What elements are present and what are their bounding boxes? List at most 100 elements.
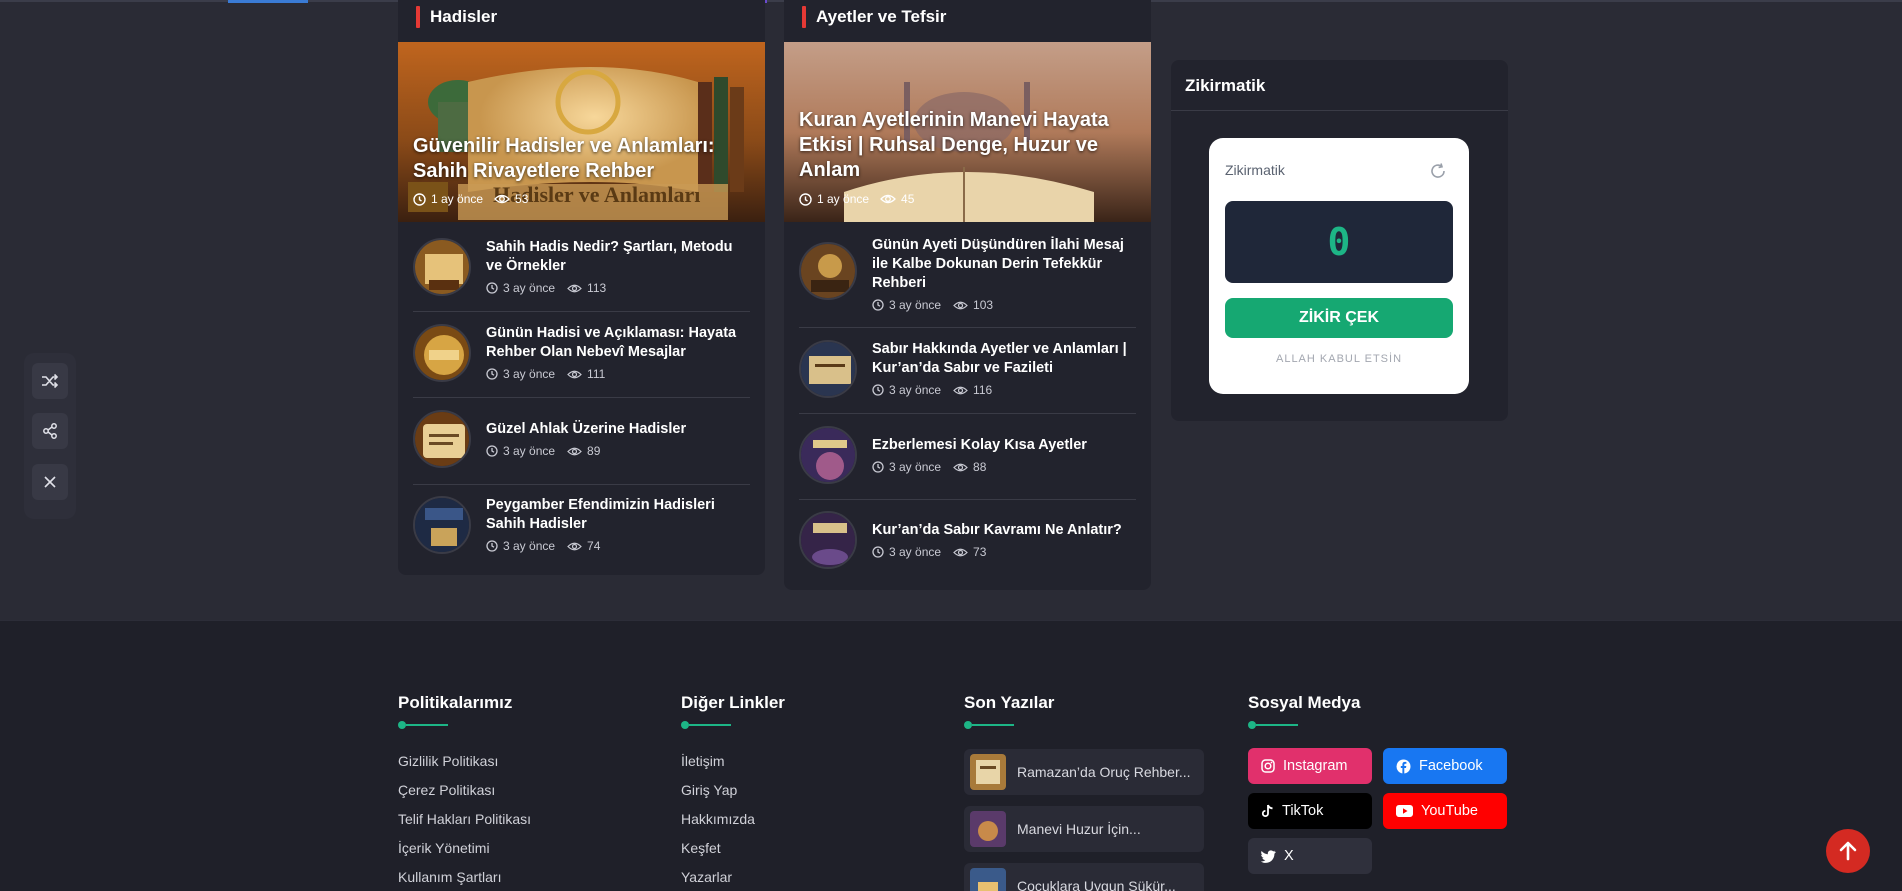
zikir-button[interactable]: ZİKİR ÇEK [1225, 298, 1453, 338]
footer-link[interactable]: Yazarlar [681, 863, 785, 891]
hadisler-panel: Hadisler Hadisler ve Anlamları Güvenilir… [398, 0, 765, 575]
item-title[interactable]: Kur’an’da Sabır Kavramı Ne Anlatır? [872, 521, 1122, 540]
zikirmatik-panel: Zikirmatik Zikirmatik 0 ZİKİR ÇEK ALLAH … [1171, 60, 1508, 421]
footer-link[interactable]: Hakkımızda [681, 805, 785, 834]
eye-icon [880, 194, 896, 204]
item-meta: 3 ay önce 116 [872, 383, 1136, 397]
ayetler-hero[interactable]: Kuran Ayetlerinin Manevi Hayata Etkisi |… [784, 42, 1151, 222]
hero-title[interactable]: Güvenilir Hadisler ve Anlamları: Sahih R… [413, 134, 751, 184]
divider [799, 327, 1136, 328]
item-title[interactable]: Sahih Hadis Nedir? Şartları, Metodu ve Ö… [486, 238, 750, 276]
footer-col-title: Son Yazılar [964, 693, 1055, 712]
eye-icon [567, 284, 582, 292]
item-thumbnail [799, 426, 857, 484]
list-item[interactable]: Sahih Hadis Nedir? Şartları, Metodu ve Ö… [413, 238, 750, 296]
item-time: 3 ay önce [503, 367, 556, 381]
zikirmatik-card: Zikirmatik 0 ZİKİR ÇEK ALLAH KABUL ETSİN [1209, 138, 1469, 394]
item-time: 3 ay önce [889, 545, 942, 559]
footer-link[interactable]: Keşfet [681, 834, 785, 863]
recent-post[interactable]: Çocuklara Uygun Şükür... [964, 863, 1204, 891]
scroll-to-top-button[interactable] [1826, 829, 1870, 873]
item-views: 113 [587, 281, 607, 295]
list-item[interactable]: Günün Hadisi ve Açıklaması: Hayata Rehbe… [413, 324, 750, 382]
item-title[interactable]: Sabır Hakkında Ayetler ve Anlamları | Ku… [872, 340, 1136, 378]
tiktok-icon [1261, 804, 1273, 817]
tiktok-button[interactable]: TikTok [1248, 793, 1372, 829]
footer-link[interactable]: Çerez Politikası [398, 776, 531, 805]
refresh-icon[interactable] [1429, 162, 1447, 185]
item-thumbnail [799, 340, 857, 398]
item-meta: 3 ay önce 89 [486, 444, 686, 458]
list-item[interactable]: Günün Ayeti Düşündüren İlahi Mesaj ile K… [799, 236, 1136, 312]
clock-icon [486, 368, 498, 380]
hero-title[interactable]: Kuran Ayetlerinin Manevi Hayata Etkisi |… [799, 108, 1137, 183]
item-thumbnail [413, 496, 471, 554]
clock-icon [872, 546, 884, 558]
item-title[interactable]: Günün Ayeti Düşündüren İlahi Mesaj ile K… [872, 236, 1136, 293]
item-meta: 3 ay önce 88 [872, 460, 1087, 474]
item-title[interactable]: Güzel Ahlak Üzerine Hadisler [486, 420, 686, 439]
zikir-counter: 0 [1225, 201, 1453, 283]
item-thumbnail [799, 242, 857, 300]
facebook-button[interactable]: Facebook [1383, 748, 1507, 784]
footer-link[interactable]: Kullanım Şartları [398, 863, 531, 891]
clock-icon [872, 384, 884, 396]
clock-icon [486, 540, 498, 552]
list-item[interactable]: Ezberlemesi Kolay Kısa Ayetler 3 ay önce… [799, 426, 1136, 484]
footer-link[interactable]: İçerik Yönetimi [398, 834, 531, 863]
list-item[interactable]: Kur’an’da Sabır Kavramı Ne Anlatır? 3 ay… [799, 511, 1136, 569]
item-title[interactable]: Peygamber Efendimizin Hadisleri Sahih Ha… [486, 496, 750, 534]
nav-accent-blue [228, 0, 308, 3]
divider [413, 484, 750, 485]
footer-link[interactable]: İletişim [681, 747, 785, 776]
item-meta: 3 ay önce 74 [486, 539, 750, 553]
item-meta: 3 ay önce 111 [486, 367, 750, 381]
list-item[interactable]: Sabır Hakkında Ayetler ve Anlamları | Ku… [799, 340, 1136, 398]
youtube-button[interactable]: YouTube [1383, 793, 1507, 829]
item-thumbnail [413, 324, 471, 382]
hero-views: 53 [515, 192, 529, 206]
divider [799, 499, 1136, 500]
recent-post[interactable]: Ramazan’da Oruç Rehber... [964, 749, 1204, 795]
recent-post-thumbnail [970, 754, 1006, 790]
close-button[interactable] [32, 464, 68, 500]
item-title[interactable]: Günün Hadisi ve Açıklaması: Hayata Rehbe… [486, 324, 750, 362]
hadisler-hero[interactable]: Hadisler ve Anlamları Güvenilir Hadisler… [398, 42, 765, 222]
share-button[interactable] [32, 413, 68, 449]
divider [413, 311, 750, 312]
x-twitter-button[interactable]: X [1248, 838, 1372, 874]
share-icon [43, 423, 57, 439]
arrow-up-icon [1839, 841, 1857, 861]
section-title: Ayetler ve Tefsir [802, 6, 946, 28]
footer-link[interactable]: Giriş Yap [681, 776, 785, 805]
shuffle-button[interactable] [32, 363, 68, 399]
hadisler-title: Hadisler [430, 7, 498, 26]
list-item[interactable]: Peygamber Efendimizin Hadisleri Sahih Ha… [413, 496, 750, 554]
title-underline [681, 721, 785, 729]
instagram-icon [1261, 759, 1275, 773]
divider [413, 397, 750, 398]
eye-icon [567, 542, 582, 550]
item-meta: 3 ay önce 103 [872, 298, 1136, 312]
recent-post-thumbnail [970, 811, 1006, 847]
clock-icon [872, 299, 884, 311]
item-time: 3 ay önce [503, 281, 556, 295]
footer-link[interactable]: Telif Hakları Politikası [398, 805, 531, 834]
tiktok-label: TikTok [1282, 803, 1324, 819]
hero-views: 45 [901, 192, 915, 206]
list-item[interactable]: Güzel Ahlak Üzerine Hadisler 3 ay önce 8… [413, 410, 750, 468]
clock-icon [486, 445, 498, 457]
item-time: 3 ay önce [503, 539, 556, 553]
instagram-button[interactable]: Instagram [1248, 748, 1372, 784]
item-views: 116 [973, 383, 993, 397]
item-time: 3 ay önce [503, 444, 556, 458]
footer-col-son-yazilar: Son Yazılar Ramazan’da Oruç Rehber... Ma… [964, 693, 1204, 891]
eye-icon [494, 194, 510, 204]
item-title[interactable]: Ezberlemesi Kolay Kısa Ayetler [872, 436, 1087, 455]
clock-icon [799, 192, 812, 206]
recent-post[interactable]: Manevi Huzur İçin... [964, 806, 1204, 852]
footer-link[interactable]: Gizlilik Politikası [398, 747, 531, 776]
eye-icon [953, 301, 968, 309]
close-icon [44, 476, 56, 488]
eye-icon [953, 463, 968, 471]
